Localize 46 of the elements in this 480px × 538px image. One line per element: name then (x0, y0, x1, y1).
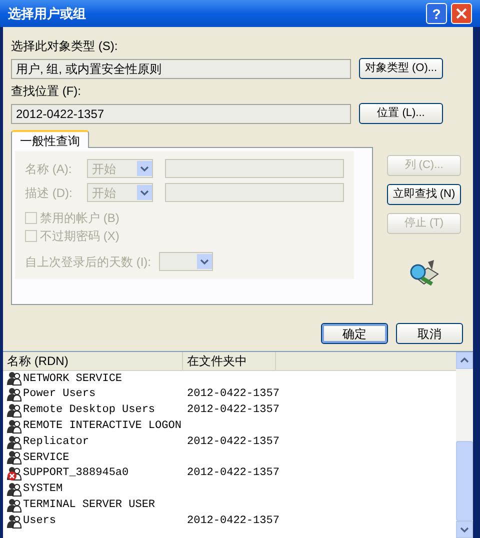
locations-button[interactable]: 位置 (L)... (359, 103, 443, 124)
window-title: 选择用户或组 (8, 4, 87, 23)
ok-button[interactable]: 确定 (321, 323, 388, 344)
user-group-icon (7, 498, 22, 513)
query-tab[interactable]: 一般性查询 (11, 130, 89, 148)
result-name[interactable]: Remote Desktop Users (23, 402, 156, 419)
result-name[interactable]: Replicator (23, 434, 90, 450)
user-group-icon (7, 418, 22, 434)
help-button[interactable]: ? (426, 3, 447, 24)
user-group-icon (7, 434, 22, 450)
user-group-icon (7, 403, 22, 418)
scrollbar[interactable] (456, 352, 473, 538)
result-name[interactable]: NETWORK SERVICE (23, 370, 122, 388)
result-name[interactable]: TERMINAL SERVER USER (23, 497, 156, 514)
result-folder: 2012-0422-1357 (186, 387, 280, 402)
result-name[interactable]: SYSTEM (23, 481, 63, 498)
result-name[interactable]: REMOTE INTERACTIVE LOGON (23, 418, 182, 435)
result-folder: 2012-0422-1357 (186, 466, 280, 482)
location-field: 2012-0422-1357 (11, 104, 351, 124)
user-group-icon (7, 450, 22, 466)
close-icon (456, 8, 467, 19)
result-folder: 2012-0422-1357 (186, 403, 280, 418)
disabled-user-icon (7, 466, 22, 482)
result-folder: 2012-0422-1357 (186, 514, 280, 529)
column-header[interactable]: 名称 (RDN) (3, 352, 183, 370)
result-name[interactable]: SUPPORT_388945a0 (23, 465, 129, 482)
user-group-icon (7, 371, 22, 386)
days-label: 自上次登录后的天数 (I): (25, 254, 151, 270)
close-button[interactable] (451, 3, 472, 24)
search-flashlight-icon (408, 258, 440, 288)
location-label: 查找位置 (F): (11, 83, 82, 100)
result-folder: 2012-0422-1357 (186, 434, 280, 450)
object-type-label: 选择此对象类型 (S): (11, 38, 119, 55)
object-type-field: 用户, 组, 或内置安全性原则 (11, 58, 351, 78)
user-group-icon (7, 482, 22, 497)
result-name[interactable]: Users (23, 512, 56, 530)
user-group-icon (7, 387, 22, 402)
query-field-label: 描述 (D): (25, 184, 74, 202)
search-side-button[interactable]: 立即查找 (N) (387, 184, 461, 205)
column-header[interactable]: 在文件夹中 (183, 352, 276, 370)
cancel-button[interactable]: 取消 (396, 323, 463, 344)
user-group-icon (7, 514, 22, 529)
result-name[interactable]: SERVICE (23, 450, 70, 466)
result-name[interactable]: Power Users (23, 386, 96, 403)
object-types-button[interactable]: 对象类型 (O)... (359, 58, 443, 79)
query-field-label: 名称 (A): (25, 160, 73, 178)
